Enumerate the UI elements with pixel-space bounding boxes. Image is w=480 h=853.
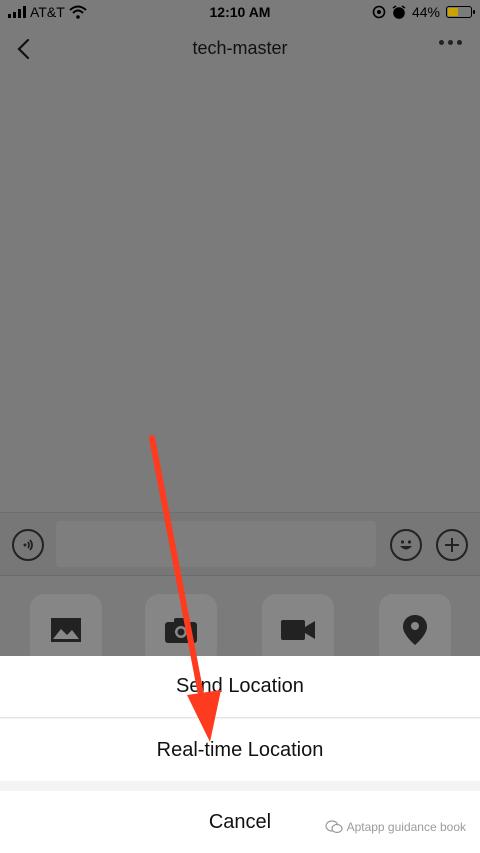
battery-icon <box>446 6 475 18</box>
message-input[interactable] <box>56 521 376 567</box>
nav-bar: tech-master <box>0 26 480 72</box>
voice-icon[interactable] <box>12 529 44 561</box>
plus-icon[interactable] <box>436 529 468 561</box>
send-location-button[interactable]: Send Location <box>0 656 480 718</box>
watermark: Aptapp guidance book <box>324 820 466 834</box>
status-bar: AT&T 12:10 AM 44% <box>0 0 480 26</box>
location-lock-icon <box>372 5 386 19</box>
emoji-icon[interactable] <box>390 529 422 561</box>
watermark-text: Aptapp guidance book <box>346 820 466 834</box>
input-bar <box>0 512 480 576</box>
wechat-icon <box>324 820 343 834</box>
tool-panel <box>0 578 480 666</box>
action-sheet: Send Location Real-time Location Cancel … <box>0 656 480 853</box>
alarm-icon <box>392 5 406 19</box>
chat-title: tech-master <box>192 38 288 58</box>
battery-percent: 44% <box>411 4 440 20</box>
status-right: 44% <box>372 4 475 20</box>
more-dots-icon[interactable] <box>439 40 462 45</box>
realtime-location-button[interactable]: Real-time Location <box>0 719 480 781</box>
